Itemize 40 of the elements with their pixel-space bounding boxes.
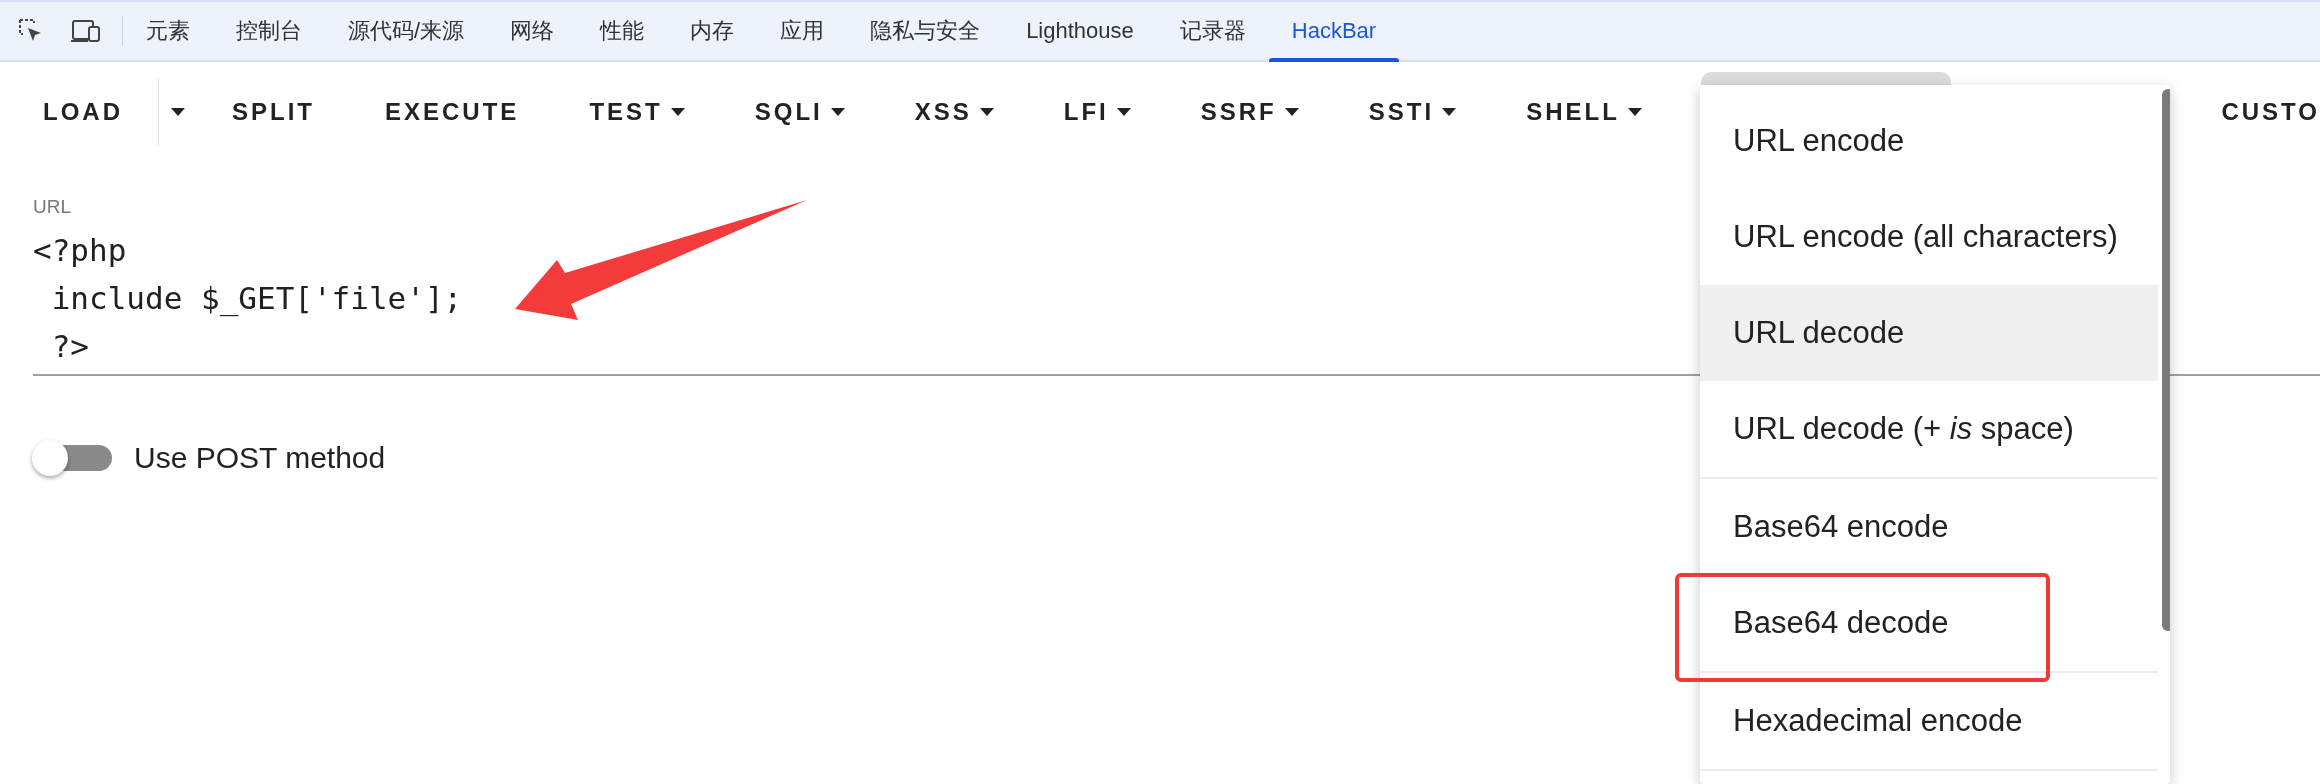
devtools-tab[interactable]: 性能 bbox=[577, 2, 668, 60]
toolbar-button[interactable]: SHELL bbox=[1491, 80, 1677, 144]
caret-icon bbox=[1284, 108, 1299, 116]
menu-item[interactable]: URL encode bbox=[1700, 93, 2158, 189]
device-toolbar-icon[interactable] bbox=[70, 18, 102, 44]
toolbar-button[interactable]: XSS bbox=[879, 80, 1029, 144]
devtools-tab[interactable]: 网络 bbox=[487, 2, 578, 60]
toolbar-button[interactable]: CUSTO bbox=[2191, 80, 2320, 144]
devtools-tab[interactable]: HackBar bbox=[1268, 2, 1400, 60]
caret-icon bbox=[830, 108, 845, 116]
menu-item[interactable]: URL decode bbox=[1700, 285, 2158, 381]
devtools-tab[interactable]: 源代码/来源 bbox=[325, 2, 488, 60]
menu-item[interactable]: Base64 encode bbox=[1700, 479, 2158, 575]
devtools-tab[interactable]: Lighthouse bbox=[1003, 2, 1157, 60]
toolbar-button[interactable]: TEST bbox=[554, 80, 720, 144]
toolbar-button[interactable]: SQLI bbox=[719, 80, 880, 144]
menu-item[interactable]: Base64 decode bbox=[1700, 575, 2158, 671]
toggle-label: Use POST method bbox=[134, 441, 386, 475]
devtools-tab[interactable]: 应用 bbox=[757, 2, 848, 60]
toolbar-button[interactable]: SSTI bbox=[1333, 80, 1492, 144]
menu-item[interactable]: Hexadecimal encode bbox=[1700, 673, 2158, 769]
devtools-tab[interactable]: 内存 bbox=[667, 2, 758, 60]
toolbar-button[interactable]: SSRF bbox=[1165, 80, 1334, 144]
caret-icon bbox=[1116, 108, 1131, 116]
devtools-tab[interactable]: 隐私与安全 bbox=[847, 2, 1004, 60]
caret-icon bbox=[171, 108, 185, 116]
toolbar-button[interactable]: LFI bbox=[1028, 80, 1166, 144]
toggle-switch[interactable] bbox=[32, 438, 112, 478]
caret-icon bbox=[1627, 108, 1642, 116]
devtools-tab[interactable]: 控制台 bbox=[213, 2, 325, 60]
caret-icon bbox=[670, 108, 685, 116]
devtools-tab[interactable]: 元素 bbox=[123, 2, 213, 60]
caret-icon bbox=[1442, 108, 1457, 116]
devtools-tab[interactable]: 记录器 bbox=[1156, 2, 1269, 60]
caret-icon bbox=[979, 108, 994, 116]
toolbar-button[interactable]: EXECUTE bbox=[350, 80, 555, 144]
load-button[interactable]: LOAD bbox=[8, 80, 158, 144]
toolbar-button[interactable]: SPLIT bbox=[197, 80, 350, 144]
menu-item[interactable]: URL decode (+ is space) bbox=[1700, 381, 2158, 477]
field-label: URL bbox=[33, 196, 71, 218]
